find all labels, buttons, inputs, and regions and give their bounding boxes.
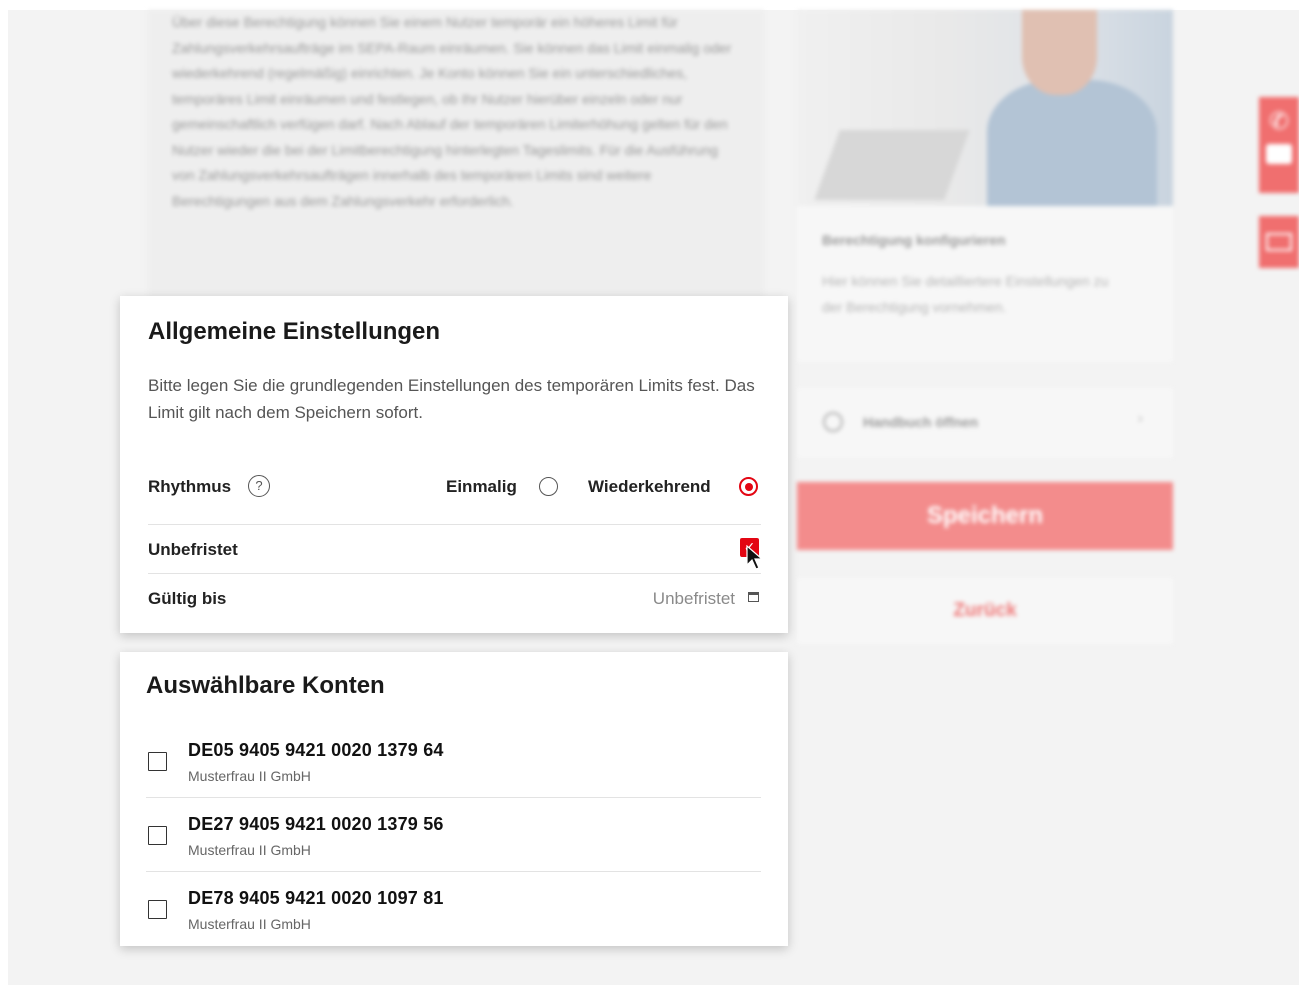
- config-card-description: Hier können Sie detailliertere Einstellu…: [822, 273, 1109, 315]
- list-item[interactable]: DE05 9405 9421 0020 1379 64 Musterfrau I…: [146, 724, 761, 798]
- accounts-title: Auswählbare Konten: [146, 672, 385, 699]
- gueltig-label: Gültig bis: [148, 589, 227, 608]
- gueltig-value[interactable]: Unbefristet: [653, 589, 735, 609]
- rhythm-row: Rhythmus ? Einmalig Wiederkehrend: [148, 464, 761, 514]
- gueltig-row: Gültig bis Unbefristet: [148, 574, 761, 624]
- save-button[interactable]: Speichern: [797, 482, 1173, 550]
- account-owner: Musterfrau II GmbH: [188, 842, 311, 858]
- calendar-icon[interactable]: [748, 592, 759, 602]
- handbuch-label: Handbuch öffnen: [863, 414, 979, 430]
- option-einmalig-label[interactable]: Einmalig: [446, 477, 517, 497]
- account-checkbox[interactable]: [148, 900, 167, 919]
- handbuch-button[interactable]: Handbuch öffnen ›: [797, 388, 1173, 458]
- list-item[interactable]: DE78 9405 9421 0020 1097 81 Musterfrau I…: [146, 872, 761, 946]
- clock-icon: [823, 412, 843, 432]
- chevron-right-icon: ›: [1137, 410, 1143, 427]
- general-settings-title: Allgemeine Einstellungen: [148, 318, 441, 345]
- general-settings-description: Bitte legen Sie die grundlegenden Einste…: [148, 376, 755, 422]
- config-card-title: Berechtigung konfigurieren: [822, 232, 1006, 248]
- general-settings-card: Allgemeine Einstellungen Bitte legen Sie…: [120, 296, 788, 633]
- help-icon[interactable]: ?: [248, 475, 270, 497]
- account-owner: Musterfrau II GmbH: [188, 916, 311, 932]
- mail-icon: [1266, 233, 1292, 251]
- unbefristet-row: Unbefristet ✓: [148, 524, 764, 574]
- info-text: Über diese Berechtigung können Sie einem…: [172, 14, 732, 209]
- rhythm-label: Rhythmus: [148, 477, 232, 496]
- back-button[interactable]: Zurück: [797, 578, 1173, 644]
- chat-icon: [1266, 144, 1292, 164]
- mail-side-button[interactable]: [1259, 216, 1299, 268]
- account-iban: DE27 9405 9421 0020 1379 56: [188, 814, 444, 834]
- account-iban: DE78 9405 9421 0020 1097 81: [188, 888, 444, 908]
- accounts-list: DE05 9405 9421 0020 1379 64 Musterfrau I…: [146, 724, 761, 946]
- account-checkbox[interactable]: [148, 826, 167, 845]
- account-owner: Musterfrau II GmbH: [188, 768, 311, 784]
- office-photo: [797, 10, 1173, 206]
- contact-side-button[interactable]: ✆: [1259, 97, 1299, 193]
- radio-einmalig[interactable]: [539, 477, 558, 496]
- radio-wiederkehrend[interactable]: [739, 477, 758, 496]
- option-wiederkehrend-label[interactable]: Wiederkehrend: [588, 477, 711, 497]
- list-item[interactable]: DE27 9405 9421 0020 1379 56 Musterfrau I…: [146, 798, 761, 872]
- unbefristet-label: Unbefristet: [148, 540, 238, 559]
- account-iban: DE05 9405 9421 0020 1379 64: [188, 740, 444, 760]
- accounts-card: Auswählbare Konten DE05 9405 9421 0020 1…: [120, 652, 788, 946]
- account-checkbox[interactable]: [148, 752, 167, 771]
- phone-icon: ✆: [1268, 108, 1290, 135]
